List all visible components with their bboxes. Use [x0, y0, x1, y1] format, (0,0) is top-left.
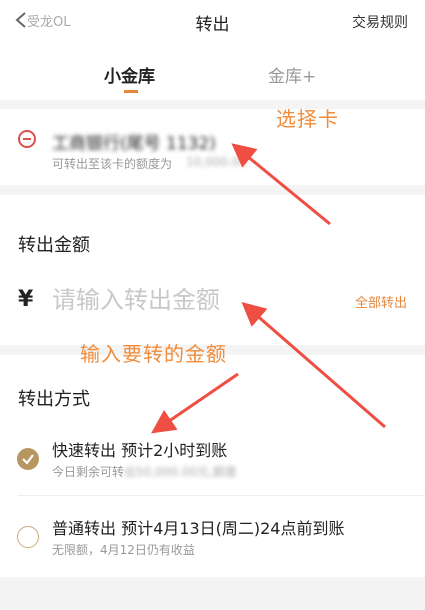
tab-small-vault[interactable]: 小金库	[104, 62, 155, 87]
annotation-enter-amount: 输入要转的金额	[80, 342, 227, 366]
bank-card-radio[interactable]	[18, 130, 36, 148]
tab-vault-plus[interactable]: 金库+	[268, 62, 316, 87]
option-divider	[18, 495, 425, 496]
amount-input[interactable]	[50, 281, 334, 319]
fast-transfer-sub: 今日剩余可转	[52, 465, 125, 479]
normal-transfer-title[interactable]: 普通转出 预计4月13日(周二)24点前到账	[52, 515, 344, 539]
fast-transfer-radio[interactable]	[17, 448, 39, 470]
normal-transfer-sub: 无限额，4月12日仍有收益	[52, 543, 195, 557]
tab-bar: 小金库 金库+	[0, 42, 425, 100]
amount-section-title: 转出金额	[18, 235, 90, 256]
method-section-title: 转出方式	[18, 389, 90, 410]
active-tab-indicator	[124, 90, 138, 93]
fast-transfer-title[interactable]: 快速转出 预计2小时到账	[52, 437, 227, 461]
method-section: 转出方式 快速转出 预计2小时到账 今日剩余可转 出50,000.00元,额度 …	[0, 355, 425, 577]
check-icon	[22, 454, 34, 465]
transfer-all-button[interactable]: 全部转出	[355, 292, 407, 311]
fast-transfer-limit: 出50,000.00元,额度	[124, 465, 237, 479]
bank-card-limit-label: 可转出至该卡的额度为	[52, 157, 173, 171]
currency-symbol: ¥	[18, 287, 34, 312]
normal-transfer-radio[interactable]	[17, 526, 39, 548]
annotation-select-card: 选择卡	[276, 107, 339, 131]
bank-card-selector[interactable]: 工商银行(尾号 1132) 可转出至该卡的额度为 10,000.00 选择卡	[0, 107, 425, 185]
bank-card-name: 工商银行(尾号 1132)	[52, 134, 216, 154]
top-nav-bar: 受龙OL 转出 交易规则	[0, 0, 425, 42]
bank-card-limit-amount: 10,000.00	[186, 155, 248, 169]
trade-rules-link[interactable]: 交易规则	[352, 12, 408, 32]
amount-section: 转出金额 ¥ 全部转出	[0, 195, 425, 345]
